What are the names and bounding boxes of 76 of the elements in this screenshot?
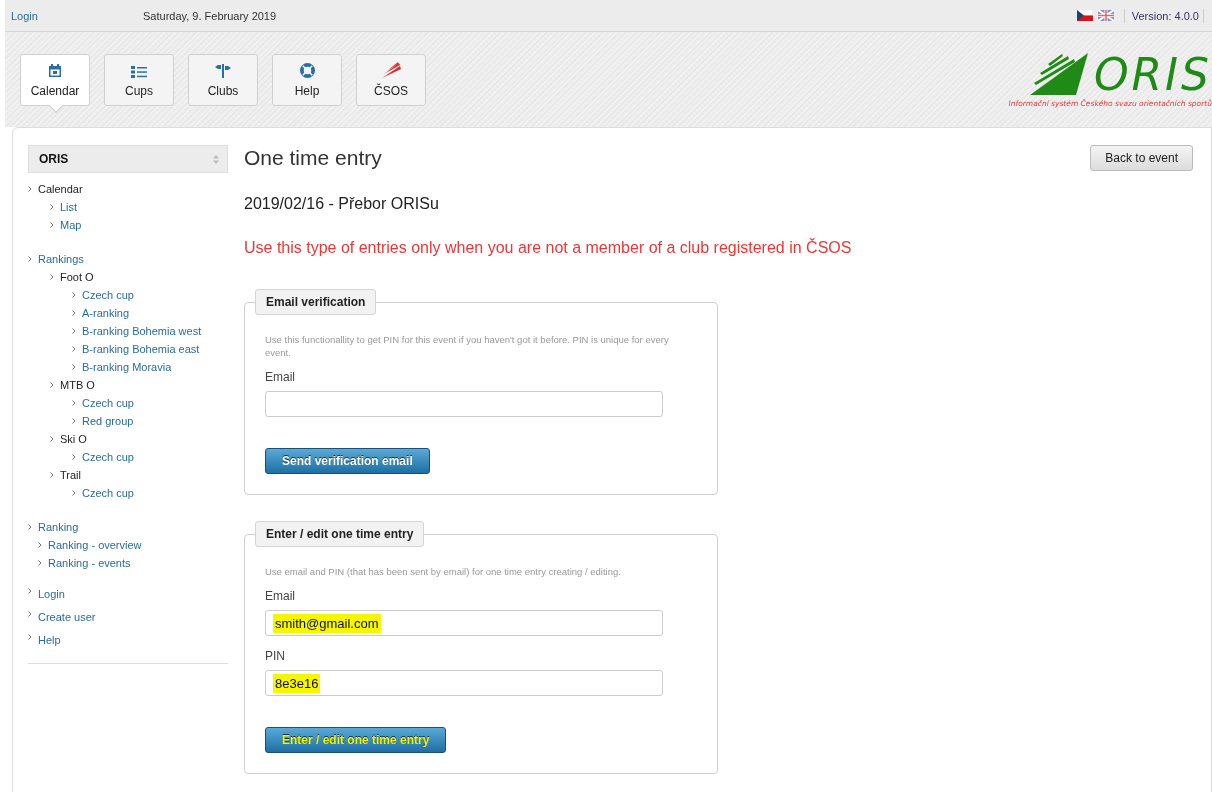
chevron-icon — [72, 418, 76, 424]
menu-item[interactable]: Calendar — [38, 183, 83, 195]
menu-item[interactable]: A-ranking — [82, 307, 130, 319]
menu-item[interactable]: Rankings — [38, 253, 84, 265]
hint-text: Use this functionallity to get PIN for this event if you haven't got it before. PIN is unique for every event. — [265, 333, 670, 359]
chevron-icon — [28, 588, 32, 594]
panel-legend: Enter / edit one time entry — [255, 521, 425, 547]
field-label: PIN — [265, 649, 286, 663]
field-label: Email — [265, 589, 296, 603]
chevron-icon — [72, 454, 76, 460]
menu-item[interactable]: Ranking — [38, 521, 79, 533]
menu-item[interactable]: B-ranking Bohemia east — [82, 343, 200, 355]
menu-item[interactable]: Ranking - events — [48, 557, 131, 569]
panel-legend: Email verification — [255, 289, 377, 315]
menu-item[interactable]: List — [60, 201, 78, 213]
calendar-icon — [48, 64, 62, 78]
list-icon — [131, 66, 147, 78]
version-text: Version: 4.0.0 — [1131, 9, 1199, 22]
warning-text: Use this type of entries only when you are not a member of a club registered in ČSOS — [244, 239, 852, 257]
menu-item[interactable]: B-ranking Moravia — [82, 361, 172, 373]
nav-tab[interactable]: Help — [272, 54, 342, 106]
menu-item[interactable]: MTB O — [60, 379, 95, 391]
chevron-icon — [28, 256, 32, 262]
event-title: 2019/02/16 - Přebor ORISu — [244, 195, 439, 213]
menu-item[interactable]: Ranking - overview — [48, 539, 142, 551]
field-label: Email — [265, 370, 296, 384]
chevron-icon — [72, 328, 76, 334]
submit-button[interactable]: Send verification email — [265, 448, 430, 474]
input-field[interactable]: smith@gmail.com — [265, 610, 663, 636]
czech-flag-icon[interactable] — [1076, 10, 1093, 21]
menu-item[interactable]: B-ranking Bohemia west — [82, 325, 202, 337]
chevron-icon — [28, 634, 32, 640]
input-field[interactable] — [265, 391, 663, 417]
chevron-icon — [50, 274, 54, 280]
nav-tab[interactable]: Clubs — [188, 54, 258, 106]
chevron-icon — [28, 611, 32, 617]
menu-item[interactable]: Ski O — [60, 433, 87, 445]
menu-item[interactable]: Trail — [60, 469, 81, 481]
menu-item[interactable]: Help — [38, 634, 61, 646]
nav-tab[interactable]: Cups — [104, 54, 174, 106]
menu-item[interactable]: Czech cup — [82, 397, 134, 409]
chevron-icon — [72, 400, 76, 406]
menu-item[interactable]: Foot O — [60, 271, 94, 283]
menu-item[interactable]: Create user — [38, 611, 96, 623]
input-field[interactable]: 8e3e16 — [265, 670, 663, 696]
chevron-icon — [72, 490, 76, 496]
date-text: Saturday, 9. February 2019 — [143, 9, 277, 22]
menu-title: ORIS — [39, 152, 69, 166]
chevron-icon — [72, 310, 76, 316]
chevron-icon — [50, 382, 54, 388]
chevron-icon — [50, 204, 54, 210]
signpost-icon — [215, 64, 231, 78]
chevron-icon — [72, 364, 76, 370]
chevron-icon — [50, 222, 54, 228]
menu-item[interactable]: Login — [38, 588, 65, 600]
submit-button[interactable]: Enter / edit one time entry — [265, 727, 447, 753]
menu-item[interactable]: Map — [60, 219, 82, 231]
logo-text: ORIS — [1093, 53, 1212, 97]
menu-item[interactable]: Czech cup — [82, 487, 134, 499]
back-button[interactable]: Back to event — [1090, 145, 1193, 171]
menu-item[interactable]: Red group — [82, 415, 134, 427]
chevron-icon — [38, 560, 42, 566]
chevron-icon — [50, 436, 54, 442]
chevron-icon — [72, 292, 76, 298]
login-link[interactable]: Login — [11, 9, 143, 22]
chevron-icon — [50, 472, 54, 478]
page-title: One time entry — [244, 146, 382, 170]
menu-item[interactable]: Czech cup — [82, 289, 134, 301]
chevron-icon — [28, 186, 32, 192]
chevron-icon — [28, 524, 32, 530]
nav-tab[interactable]: ČSOS — [356, 54, 426, 106]
chevron-icon — [38, 542, 42, 548]
hint-text: Use email and PIN (that has been sent by email) for one time entry creating / editing. — [265, 565, 622, 578]
menu-item[interactable]: Czech cup — [82, 451, 134, 463]
chevron-icon — [72, 346, 76, 352]
lifebuoy-icon — [299, 63, 315, 78]
